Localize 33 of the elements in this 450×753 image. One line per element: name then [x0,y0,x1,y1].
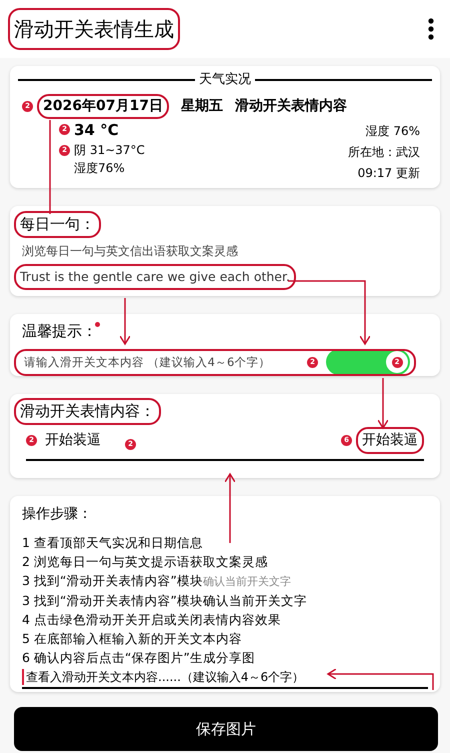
content-text: 开始装逼 [356,427,424,454]
weather-subtitle: 滑动开关表情内容 [234,96,347,116]
step-text: 2 浏览每日一句与英文提示语获取文案灵感 [22,553,269,571]
condition-text: 阴 31~37°C [74,142,145,159]
section-title: 温馨提示： [22,321,97,342]
app-title: 滑动开关表情生成 [8,8,180,50]
step-text: 6 确认内容后点击“保存图片”生成分享图 [22,649,256,667]
section-title: 滑动开关表情内容： [14,398,161,424]
input-value: 查看入滑动开关文本内容......（建议输入4～6个字） [26,669,304,686]
humidity-text: 湿度 76% [366,122,420,140]
step-text: 3 找到“滑动开关表情内容”模块确认当前开关文字 [22,572,292,590]
step-text: 5 在底部输入框输入新的开关文本内容 [22,630,243,648]
quote-text: Trust is the gentle care we give each other. [14,264,296,290]
humidity-text: 湿度76% [74,160,126,177]
annotation-arrow [224,473,236,543]
temperature-text: 34 °C [74,120,119,140]
annotation-arrow [377,378,389,429]
more-menu-icon[interactable] [428,18,434,40]
save-button[interactable]: 保存图片 [14,707,438,751]
step-text: 4 点击绿色滑动开关开启或关闭表情内容效果 [22,611,282,629]
step-text: 1 查看顶部天气实况和日期信息 [22,534,204,552]
annotation-arrow [119,298,131,345]
location-text: 所在地：武汉 [348,144,420,160]
content-text: 开始装逼 [45,431,101,450]
update-time: 09:17 更新 [358,164,420,182]
section-title: 每日一句： [14,211,101,238]
text-input-field[interactable]: 查看入滑动开关文本内容......（建议输入4～6个字） [22,667,428,689]
section-title: 操作步骤： [22,505,93,524]
quote-subtitle: 浏览每日一句与英文信出语获取文案灵感 [21,242,239,260]
weekday-text: 星期五 [180,96,223,116]
step-text: 3 找到“滑动开关表情内容”模块确认当前开关文字 [22,592,308,610]
date-text: 2026年07月17日 [37,94,169,118]
weather-heading: 天气实况 [199,71,251,89]
